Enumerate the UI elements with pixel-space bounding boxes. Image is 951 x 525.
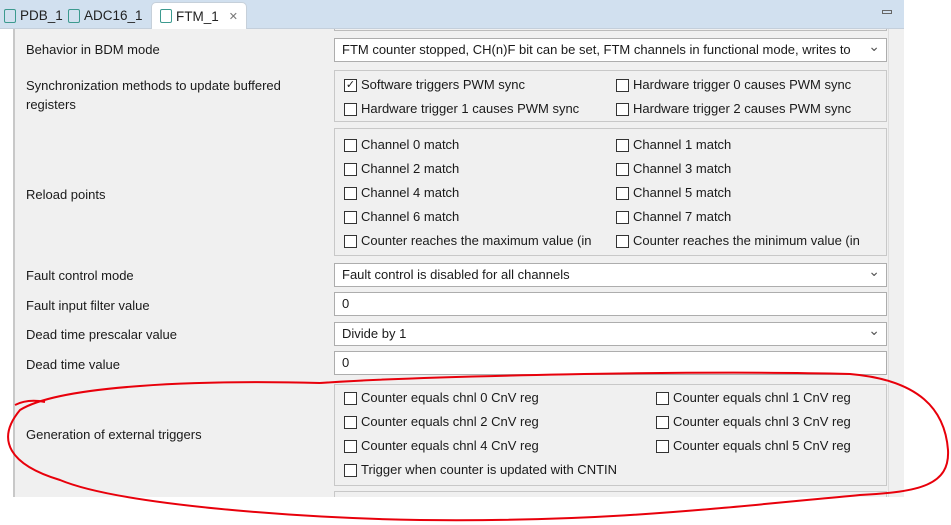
close-icon[interactable]: ✕ <box>229 10 238 23</box>
fault-filter-label: Fault input filter value <box>26 298 150 313</box>
option-label: Channel 2 match <box>361 161 460 176</box>
ext-trigger-checkbox[interactable]: Counter equals chnl 5 CnV reg <box>656 437 851 455</box>
checkbox-icon <box>344 234 357 248</box>
dt-prescalar-label: Dead time prescalar value <box>26 327 178 342</box>
checkbox-icon <box>344 138 357 152</box>
checkbox-icon <box>656 439 669 453</box>
checkbox-icon <box>344 162 357 176</box>
checkbox-icon <box>344 415 357 429</box>
fault-filter-input[interactable]: 0 <box>334 292 887 316</box>
reload-option-checkbox[interactable]: Channel 1 match <box>616 136 731 154</box>
option-label: Channel 5 match <box>633 185 732 200</box>
fault-mode-select[interactable]: Fault control is disabled for all channe… <box>334 263 887 287</box>
reload-option-checkbox[interactable]: Channel 5 match <box>616 184 731 202</box>
option-label: Channel 1 match <box>633 137 732 152</box>
dt-value-input[interactable]: 0 <box>334 351 887 375</box>
reload-option-checkbox[interactable]: Channel 3 match <box>616 160 731 178</box>
option-label: Channel 7 match <box>633 209 732 224</box>
option-label: Channel 0 match <box>361 137 460 152</box>
reload-option-checkbox[interactable]: Channel 6 match <box>344 208 459 226</box>
ext-trigger-checkbox[interactable]: Counter equals chnl 4 CnV reg <box>344 437 539 455</box>
bdm-select[interactable]: FTM counter stopped, CH(n)F bit can be s… <box>334 38 887 62</box>
option-label: Channel 4 match <box>361 185 460 200</box>
minimize-button[interactable] <box>882 10 892 14</box>
next-group <box>334 491 887 497</box>
checkbox-icon <box>344 391 357 405</box>
dt-prescalar-select[interactable]: Divide by 1 <box>334 322 887 346</box>
tab-label: PDB_1 <box>20 8 63 23</box>
reload-label: Reload points <box>26 187 106 202</box>
checkbox-icon <box>616 210 629 224</box>
scrollbar[interactable] <box>888 29 904 497</box>
reload-group: Channel 0 match Channel 1 match Channel 2 … <box>334 128 887 256</box>
checkbox-icon <box>616 138 629 152</box>
properties-panel: Behavior in BDM mode FTM counter stopped… <box>13 29 904 497</box>
option-label: Counter equals chnl 1 CnV reg <box>673 390 851 405</box>
option-label: Hardware trigger 2 causes PWM sync <box>633 101 852 116</box>
sync-hw0-checkbox[interactable]: Hardware trigger 0 causes PWM sync <box>616 76 851 94</box>
checkbox-checked-icon: ✓ <box>344 78 357 92</box>
checkbox-icon <box>344 463 357 477</box>
checkbox-icon <box>344 186 357 200</box>
option-label: Trigger when counter is updated with CNT… <box>361 462 618 477</box>
option-label: Channel 3 match <box>633 161 732 176</box>
checkbox-icon <box>656 415 669 429</box>
dt-value-label: Dead time value <box>26 357 120 372</box>
fault-mode-label: Fault control mode <box>26 268 134 283</box>
sync-hw1-checkbox[interactable]: Hardware trigger 1 causes PWM sync <box>344 100 579 118</box>
ext-trigger-checkbox[interactable]: Counter equals chnl 2 CnV reg <box>344 413 539 431</box>
checkbox-icon <box>656 391 669 405</box>
checkbox-icon <box>616 162 629 176</box>
option-label: Software triggers PWM sync <box>361 77 525 92</box>
checkbox-icon <box>616 78 629 92</box>
sync-sw-checkbox[interactable]: ✓ Software triggers PWM sync <box>344 76 525 94</box>
option-label: Counter reaches the minimum value (in <box>633 233 860 248</box>
tab-label: FTM_1 <box>176 8 219 24</box>
option-label: Counter equals chnl 5 CnV reg <box>673 438 851 453</box>
reload-option-checkbox[interactable]: Channel 7 match <box>616 208 731 226</box>
checkbox-icon <box>616 234 629 248</box>
option-label: Channel 6 match <box>361 209 460 224</box>
component-icon <box>4 8 16 23</box>
divider <box>334 29 887 31</box>
ext-trigger-checkbox[interactable]: Counter equals chnl 1 CnV reg <box>656 389 851 407</box>
checkbox-icon <box>344 439 357 453</box>
checkbox-icon <box>344 102 357 116</box>
bdm-label: Behavior in BDM mode <box>26 42 160 57</box>
reload-option-checkbox[interactable]: Counter reaches the maximum value (in <box>344 232 592 250</box>
option-label: Counter equals chnl 4 CnV reg <box>361 438 539 453</box>
reload-option-checkbox[interactable]: Channel 0 match <box>344 136 459 154</box>
reload-option-checkbox[interactable]: Counter reaches the minimum value (in <box>616 232 860 250</box>
option-label: Hardware trigger 0 causes PWM sync <box>633 77 852 92</box>
option-label: Counter equals chnl 3 CnV reg <box>673 414 851 429</box>
sync-label: Synchronization methods to update buffer… <box>26 78 281 112</box>
tab-pdb[interactable]: PDB_1 <box>4 2 63 29</box>
reload-option-checkbox[interactable]: Channel 4 match <box>344 184 459 202</box>
reload-option-checkbox[interactable]: Channel 2 match <box>344 160 459 178</box>
checkbox-icon <box>616 186 629 200</box>
editor-tab-bar: PDB_1 ADC16_1 FTM_1 ✕ <box>0 0 904 29</box>
checkbox-icon <box>344 210 357 224</box>
ext-trigger-checkbox[interactable]: Counter equals chnl 0 CnV reg <box>344 389 539 407</box>
tab-adc16[interactable]: ADC16_1 <box>68 2 143 29</box>
tab-ftm[interactable]: FTM_1 ✕ <box>151 2 247 29</box>
option-label: Counter equals chnl 2 CnV reg <box>361 414 539 429</box>
sync-hw2-checkbox[interactable]: Hardware trigger 2 causes PWM sync <box>616 100 851 118</box>
component-warning-icon <box>68 8 80 23</box>
ext-triggers-group: Counter equals chnl 0 CnV reg Counter equ… <box>334 384 887 486</box>
ext-triggers-label: Generation of external triggers <box>26 427 202 442</box>
ext-trigger-checkbox[interactable]: Trigger when counter is updated with CNT… <box>344 461 617 479</box>
tab-label: ADC16_1 <box>84 8 143 23</box>
sync-group: ✓ Software triggers PWM sync Hardware tri… <box>334 70 887 122</box>
checkbox-icon <box>616 102 629 116</box>
option-label: Counter equals chnl 0 CnV reg <box>361 390 539 405</box>
option-label: Counter reaches the maximum value (in <box>361 233 592 248</box>
option-label: Hardware trigger 1 causes PWM sync <box>361 101 580 116</box>
ext-trigger-checkbox[interactable]: Counter equals chnl 3 CnV reg <box>656 413 851 431</box>
component-icon <box>160 9 172 23</box>
